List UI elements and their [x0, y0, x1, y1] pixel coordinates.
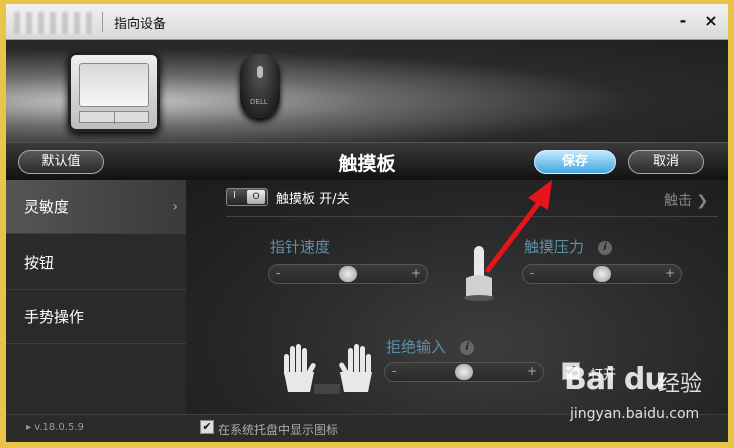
sidebar-item-sensitivity[interactable]: 灵敏度 ›	[6, 180, 186, 234]
palm-rejection-label: 拒绝输入	[386, 338, 447, 356]
sidebar-item-buttons[interactable]: 按钮	[6, 236, 186, 290]
palm-rejection-enable-label: 打开	[590, 368, 617, 383]
title-bar: 指向设备 - ×	[6, 4, 728, 40]
sidebar: 灵敏度 › 按钮 手势操作	[6, 180, 186, 414]
minimize-button[interactable]: -	[672, 10, 694, 32]
sidebar-item-label: 灵敏度	[24, 198, 70, 216]
save-button[interactable]: 保存	[534, 150, 616, 174]
touchpad-buttons	[79, 111, 149, 124]
touchpad-surface	[79, 63, 149, 107]
slider-plus: +	[410, 266, 421, 280]
palm-rejection-checkbox[interactable]: ✔	[562, 362, 580, 380]
info-icon[interactable]: i	[460, 341, 474, 355]
slider-thumb[interactable]	[455, 364, 473, 380]
toggle-knob: O	[247, 190, 265, 204]
chevron-right-icon: ❯	[692, 193, 709, 209]
toggle-off-mark: I	[233, 190, 236, 201]
settings-panel: I O 触摸板 开/关 触击 ❯ 指针速度 - + 触摸压力 i - + 拒绝输…	[186, 180, 728, 414]
slider-plus: +	[664, 266, 675, 280]
window-title: 指向设备	[114, 17, 167, 32]
palm-hands-icon	[284, 344, 372, 394]
default-button[interactable]: 默认值	[18, 150, 104, 174]
status-bar: ▸ v.18.0.5.9 ✔ 在系统托盘中显示图标	[6, 414, 728, 442]
slider-thumb[interactable]	[339, 266, 357, 282]
touch-pressure-label: 触摸压力	[524, 238, 585, 256]
slider-thumb[interactable]	[593, 266, 611, 282]
cancel-button[interactable]: 取消	[628, 150, 704, 174]
mouse-device-icon[interactable]: DELL	[240, 54, 280, 118]
palm-rejection-slider[interactable]: - +	[384, 362, 544, 382]
touchpad-toggle-label: 触摸板 开/关	[276, 192, 350, 207]
app-logo	[14, 12, 94, 34]
version-text: ▸ v.18.0.5.9	[26, 422, 84, 433]
sidebar-item-label: 手势操作	[24, 308, 85, 326]
mouse-wheel	[257, 66, 263, 78]
tray-icon-label: 在系统托盘中显示图标	[218, 423, 339, 437]
tray-icon-checkbox[interactable]: ✔	[200, 420, 214, 434]
sidebar-item-gestures[interactable]: 手势操作	[6, 290, 186, 344]
touch-pressure-slider[interactable]: - +	[522, 264, 682, 284]
chevron-right-icon: ›	[172, 199, 178, 215]
slider-minus: -	[276, 266, 281, 280]
sidebar-item-label: 按钮	[24, 254, 55, 272]
device-selector: DELL	[6, 40, 728, 142]
page-title: 触摸板	[338, 153, 396, 175]
touchpad-device-icon[interactable]	[68, 52, 160, 132]
mouse-brand-logo: DELL	[250, 98, 268, 106]
touchpad-toggle[interactable]: I O	[226, 188, 268, 206]
close-button[interactable]: ×	[700, 10, 722, 32]
app-window: 指向设备 - × DELL 默认值 触摸板 保存 取消 灵敏度 › 按钮 手势操…	[0, 0, 734, 448]
divider	[226, 216, 718, 217]
tap-link[interactable]: 触击 ❯	[664, 190, 708, 210]
tap-label: 触击	[664, 193, 692, 209]
finger-press-icon	[464, 246, 494, 301]
pointer-speed-slider[interactable]: - +	[268, 264, 428, 284]
slider-minus: -	[530, 266, 535, 280]
title-separator	[102, 12, 103, 32]
toolbar: 默认值 触摸板 保存 取消	[6, 142, 728, 180]
version-number: v.18.0.5.9	[34, 422, 84, 433]
slider-minus: -	[392, 364, 397, 378]
info-icon[interactable]: i	[598, 241, 612, 255]
pointer-speed-label: 指针速度	[270, 238, 331, 256]
slider-plus: +	[526, 364, 537, 378]
